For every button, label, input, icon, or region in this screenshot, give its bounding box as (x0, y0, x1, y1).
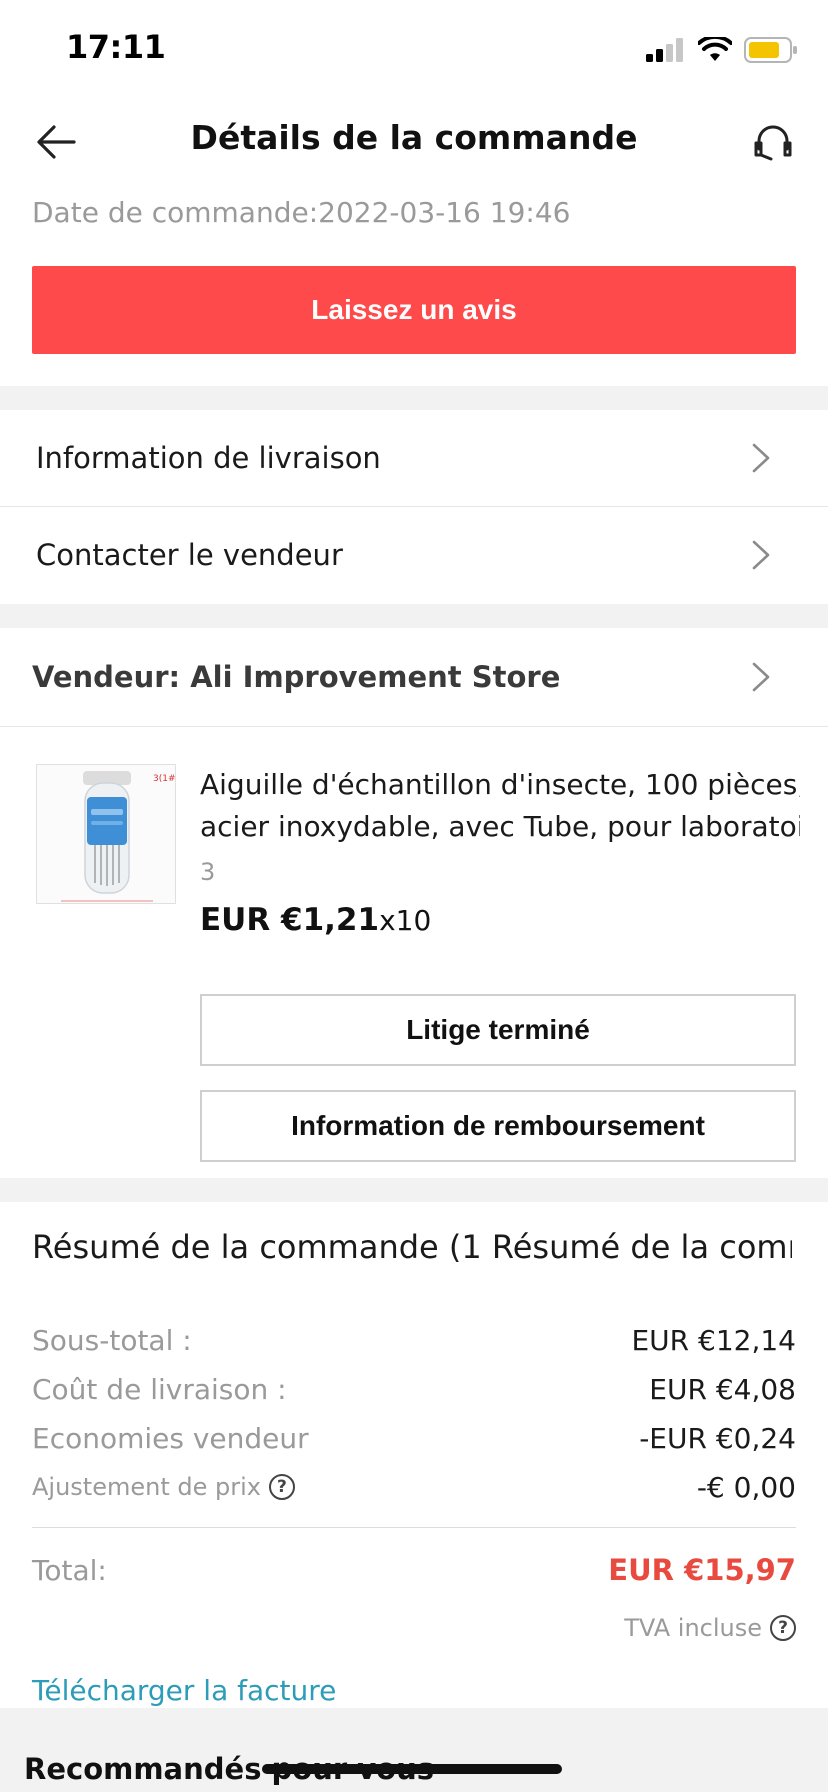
product-thumb-tag: 3(1#) (153, 774, 176, 784)
download-invoice-link[interactable]: Télécharger la facture (32, 1674, 336, 1707)
summary-label: Coût de livraison : (32, 1372, 287, 1406)
refund-info-button[interactable]: Information de remboursement (200, 1090, 796, 1162)
chevron-right-icon (752, 443, 770, 473)
status-time: 17:11 (66, 28, 166, 66)
summary-value: EUR €4,08 (649, 1372, 796, 1406)
seller-row[interactable]: Vendeur: Ali Improvement Store (0, 628, 828, 726)
question-circle-icon[interactable]: ? (770, 1615, 796, 1641)
home-indicator[interactable] (262, 1764, 562, 1774)
summary-label: Sous-total : (32, 1323, 192, 1357)
wifi-icon (698, 37, 732, 61)
contact-seller-label: Contacter le vendeur (36, 538, 343, 572)
battery-icon (744, 37, 797, 63)
chevron-right-icon (752, 540, 770, 570)
status-icons (646, 34, 798, 66)
product-title-line: Aiguille d'échantillon d'insecte, 100 pi… (200, 768, 800, 801)
divider (0, 726, 828, 727)
product-image[interactable]: 3(1#) (36, 764, 176, 904)
chevron-right-icon (752, 662, 770, 692)
summary-divider (32, 1527, 796, 1528)
order-date: Date de commande:2022-03-16 19:46 (32, 196, 571, 229)
section-gap (0, 386, 828, 410)
support-button[interactable] (746, 114, 800, 168)
section-gap (0, 604, 828, 628)
summary-value: -EUR €0,24 (639, 1421, 796, 1455)
product-title-line: acier inoxydable, avec Tube, pour labora… (200, 810, 800, 843)
question-circle-icon[interactable]: ? (268, 1474, 295, 1500)
summary-row-total: Total: EUR €15,97 (32, 1550, 796, 1590)
summary-row-price-adjustment: Ajustement de prix ? -€ 0,00 (32, 1467, 796, 1507)
product-title[interactable]: Aiguille d'échantillon d'insecte, 100 pi… (200, 764, 800, 848)
delivery-info-label: Information de livraison (36, 441, 381, 475)
delivery-info-row[interactable]: Information de livraison (0, 410, 828, 506)
product-quantity: x10 (379, 904, 432, 937)
total-value: EUR €15,97 (608, 1553, 796, 1587)
nav-bar: Détails de la commande (0, 96, 828, 186)
summary-value: -€ 0,00 (696, 1470, 796, 1504)
headset-icon (754, 125, 792, 161)
total-label: Total: (32, 1553, 107, 1587)
page-title: Détails de la commande (190, 118, 638, 157)
summary-value: EUR €12,14 (631, 1323, 796, 1357)
status-bar: 17:11 (0, 0, 828, 96)
leave-review-button[interactable]: Laissez un avis (32, 266, 796, 354)
vat-note: TVA incluse ? (624, 1614, 796, 1642)
order-summary-title: Résumé de la commande (1 Résumé de la co… (32, 1228, 792, 1266)
summary-row-shipping: Coût de livraison : EUR €4,08 (32, 1369, 796, 1409)
summary-label: Economies vendeur (32, 1421, 309, 1455)
product-price-value: EUR €1,21 (200, 902, 380, 938)
contact-seller-row[interactable]: Contacter le vendeur (0, 507, 828, 603)
vat-note-label: TVA incluse (624, 1614, 762, 1642)
product-tube-image: 3(1#) (37, 765, 176, 903)
summary-row-seller-savings: Economies vendeur -EUR €0,24 (32, 1418, 796, 1458)
section-gap (0, 1178, 828, 1202)
summary-row-subtotal: Sous-total : EUR €12,14 (32, 1320, 796, 1360)
product-variant: 3 (200, 858, 216, 886)
signal-icon (646, 38, 683, 62)
summary-label: Ajustement de prix ? (32, 1473, 295, 1501)
price-adjustment-label: Ajustement de prix (32, 1473, 261, 1501)
product-price: EUR €1,21x10 (200, 902, 431, 938)
seller-name: Vendeur: Ali Improvement Store (32, 660, 561, 694)
dispute-finished-button[interactable]: Litige terminé (200, 994, 796, 1066)
